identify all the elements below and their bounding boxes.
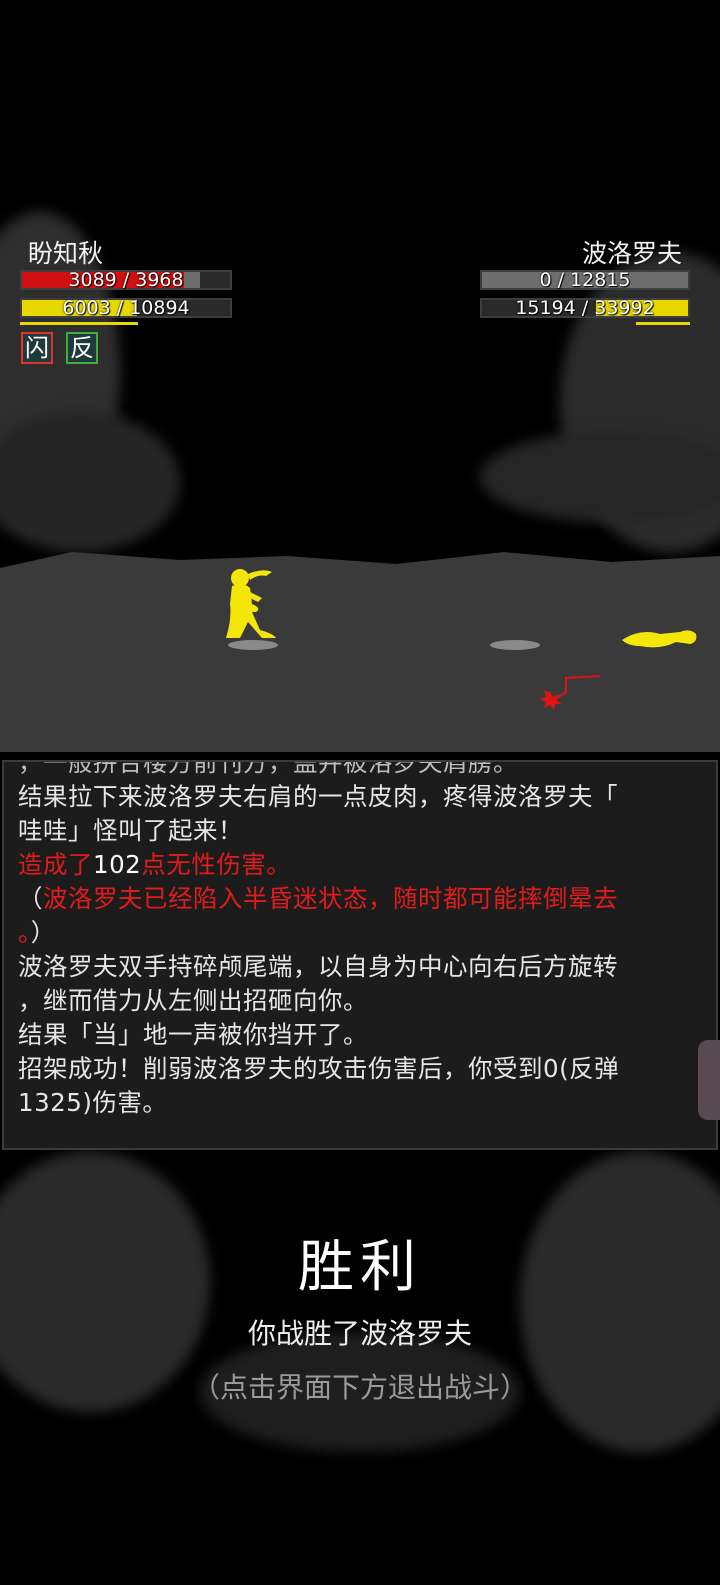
- log-line-cut: ，一般拼合楼方前刊方，盖并被洛罗夫肩膀。: [18, 760, 518, 777]
- enemy-hp-bar: 0 / 12815: [480, 269, 690, 291]
- victory-subtitle: 你战胜了波洛罗夫: [247, 1317, 472, 1350]
- enemy-shadow: [490, 640, 540, 650]
- log-line: 波洛罗夫双手持碎颅尾端，以自身为中心向右后方旋转: [18, 952, 618, 981]
- enemy-name: 波洛罗夫: [581, 239, 682, 268]
- dodge-status-icon[interactable]: 闪: [21, 332, 53, 364]
- player-figure: [226, 569, 276, 638]
- status-line-end: 。）: [18, 918, 56, 947]
- combat-log[interactable]: ，一般拼合楼方前刊方，盖并被洛罗夫肩膀。 结果拉下来波洛罗夫右肩的一点皮肉，疼得…: [2, 760, 718, 1150]
- log-line: ，继而借力从左侧出招砸向你。: [18, 986, 368, 1015]
- player-mp-text: 6003 / 10894: [62, 297, 190, 319]
- log-line: 哇哇」怪叫了起来！: [18, 816, 243, 845]
- enemy-mp-text: 15194 / 33992: [515, 297, 655, 319]
- exit-hint[interactable]: （点击界面下方退出战斗）: [0, 1366, 720, 1406]
- player-mp-bar: 6003 / 10894: [20, 297, 232, 319]
- player-energy-line: [20, 322, 138, 325]
- weapon-flail: [540, 675, 601, 710]
- counter-status-icon[interactable]: 反: [66, 332, 98, 364]
- log-line: 1325)伤害。: [18, 1088, 168, 1117]
- player-hp-bar: 3089 / 3968: [20, 269, 232, 291]
- log-line: 招架成功！削弱波洛罗夫的攻击伤害后，你受到0(反弹: [18, 1054, 620, 1083]
- enemy-mp-bar: 15194 / 33992: [480, 297, 690, 319]
- damage-line: 造成了102点无性伤害。: [18, 850, 292, 879]
- side-pull-tab[interactable]: [698, 1040, 720, 1120]
- player-name: 盼知秋: [28, 239, 104, 268]
- enemy-energy-line: [636, 322, 690, 325]
- victory-title: 胜利: [298, 1235, 422, 1300]
- ground: [0, 552, 720, 752]
- player-shadow: [228, 640, 278, 650]
- status-line: （波洛罗夫已经陷入半昏迷状态，随时都可能摔倒晕去: [18, 884, 618, 913]
- enemy-hp-text: 0 / 12815: [539, 269, 631, 291]
- player-hp-text: 3089 / 3968: [68, 269, 184, 291]
- log-line: 结果「当」地一声被你挡开了。: [18, 1020, 368, 1049]
- log-line: 结果拉下来波洛罗夫右肩的一点皮肉，疼得波洛罗夫「: [18, 782, 618, 811]
- enemy-figure: [622, 630, 697, 648]
